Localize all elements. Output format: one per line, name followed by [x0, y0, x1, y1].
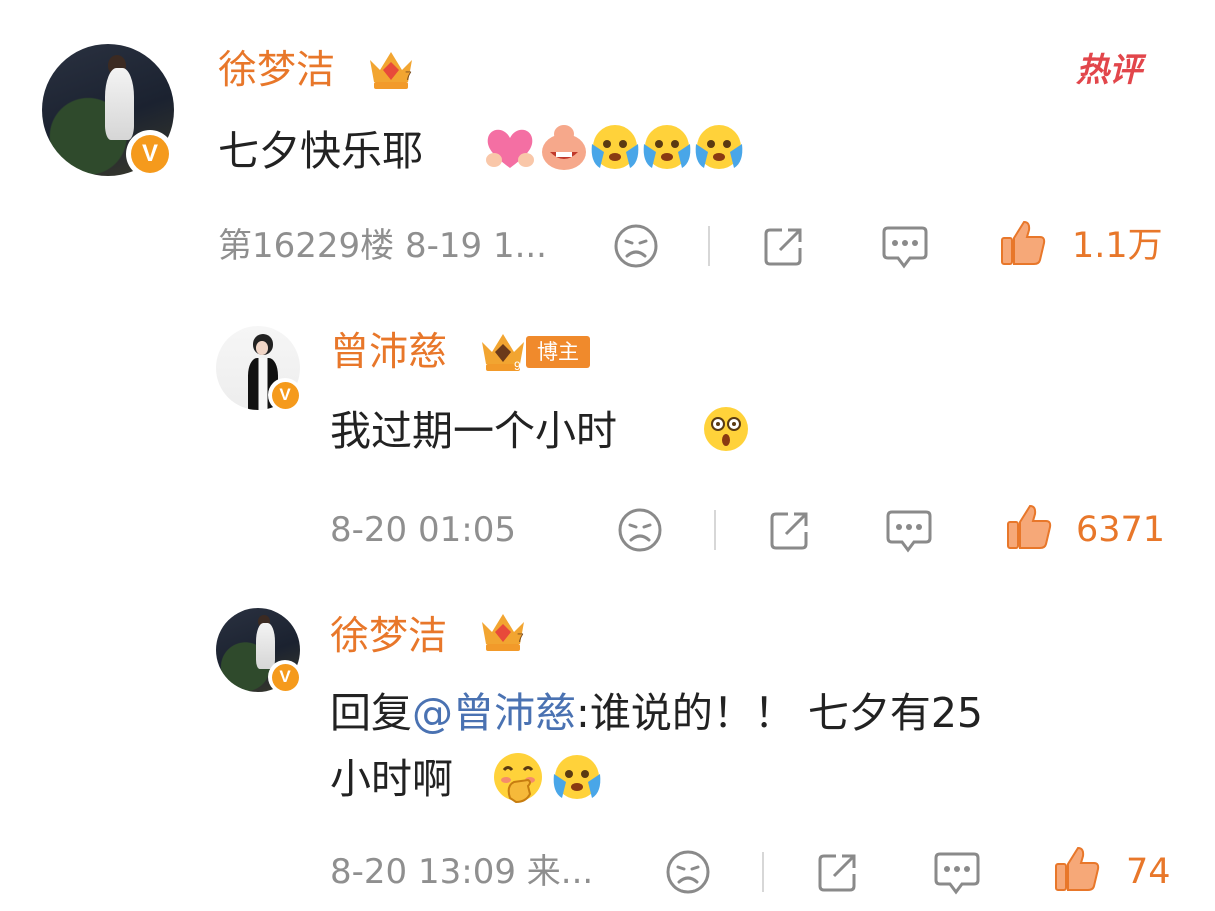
reply-text: 我过期一个小时	[330, 407, 617, 455]
crown-badge-icon: 7	[482, 614, 524, 651]
like-count: 74	[1126, 852, 1171, 892]
reply-meta: 8-20 13:09 来...	[330, 852, 594, 892]
reply-text: :谁说的！！ 七夕有25	[576, 689, 984, 737]
verified-v-icon: V	[126, 130, 174, 178]
divider	[708, 226, 710, 266]
cry-emoji-icon	[643, 125, 691, 169]
cry-emoji-icon	[695, 125, 743, 169]
divider	[714, 510, 716, 550]
comment-icon[interactable]	[884, 506, 934, 554]
crown-badge-icon: 7	[370, 52, 412, 89]
comment-author-name[interactable]: 徐梦洁	[218, 48, 335, 94]
comment-icon[interactable]	[880, 222, 930, 270]
share-icon[interactable]	[814, 848, 862, 896]
cry-emoji-icon	[591, 125, 639, 169]
comment-text: 七夕快乐耶	[218, 127, 423, 175]
reply-meta: 8-20 01:05	[330, 510, 516, 550]
shocked-emoji-icon	[704, 407, 748, 451]
reply-author-name[interactable]: 曾沛慈	[330, 330, 447, 376]
pig-laugh-emoji-icon	[542, 125, 586, 170]
comment-meta: 第16229楼 8-19 1...	[218, 226, 547, 266]
divider	[762, 852, 764, 892]
like-thumb-icon[interactable]	[1004, 502, 1054, 552]
hot-comment-badge: 热评	[1076, 50, 1142, 89]
share-icon[interactable]	[766, 506, 814, 554]
like-thumb-icon[interactable]	[998, 218, 1048, 268]
blogger-badge: 博主	[526, 336, 590, 368]
svg-text:9: 9	[514, 359, 521, 373]
like-thumb-icon[interactable]	[1052, 844, 1102, 894]
comment-icon[interactable]	[932, 848, 982, 896]
reply-author-name[interactable]: 徐梦洁	[330, 614, 447, 660]
verified-v-icon: V	[268, 660, 302, 694]
like-count: 6371	[1076, 510, 1166, 550]
cry-emoji-icon	[553, 755, 601, 799]
verified-v-icon: V	[268, 378, 302, 412]
reply-text-line2: 小时啊	[330, 755, 453, 803]
crown-badge-icon: 9	[482, 334, 524, 373]
dislike-face-icon[interactable]	[664, 848, 712, 896]
share-icon[interactable]	[760, 222, 808, 270]
svg-text:7: 7	[517, 631, 524, 645]
dislike-face-icon[interactable]	[612, 222, 660, 270]
cover-mouth-emoji-icon	[494, 753, 542, 804]
svg-text:7: 7	[405, 69, 412, 83]
reply-text-line1: 回复@曾沛慈:谁说的！！ 七夕有25	[330, 682, 983, 744]
like-count: 1.1万	[1072, 226, 1163, 266]
heart-emoji-icon	[486, 129, 534, 168]
reply-prefix: 回复	[330, 689, 412, 737]
mention-link[interactable]: @曾沛慈	[412, 689, 576, 737]
dislike-face-icon[interactable]	[616, 506, 664, 554]
